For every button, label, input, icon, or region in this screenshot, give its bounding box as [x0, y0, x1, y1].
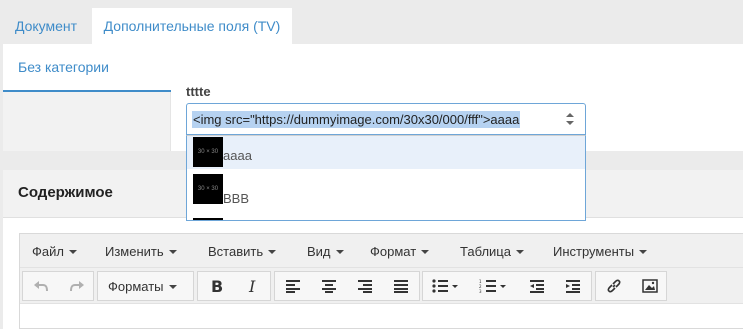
menu-insert[interactable]: Вставить	[208, 244, 277, 259]
menu-view[interactable]: Вид	[307, 244, 344, 259]
rich-text-editor: Файл Изменить Вставить Вид Формат Таблиц…	[19, 233, 743, 329]
menu-edit[interactable]: Изменить	[105, 244, 177, 259]
tab-tv-fields-label: Дополнительные поля (TV)	[103, 18, 281, 34]
align-center-icon	[322, 280, 336, 293]
tab-no-category-label: Без категории	[18, 59, 109, 75]
caret-down-icon	[335, 250, 344, 254]
redo-icon	[69, 281, 84, 292]
bold-icon: B	[211, 278, 223, 294]
redo-button[interactable]	[59, 272, 94, 300]
tv-select-value: <img src="https://dummyimage.com/30x30/0…	[192, 110, 521, 128]
undo-icon	[33, 281, 48, 292]
formats-dropdown[interactable]: Форматы	[97, 271, 194, 301]
tv-dropdown: 30 × 30 aaaa 30 × 30 BBB	[186, 135, 586, 221]
link-button[interactable]	[596, 272, 632, 300]
bold-button[interactable]: B	[198, 272, 234, 300]
svg-text:3: 3	[479, 289, 482, 293]
italic-icon: I	[248, 278, 256, 294]
tab-tv-fields[interactable]: Дополнительные поля (TV)	[92, 8, 292, 44]
align-right-button[interactable]	[347, 272, 383, 300]
image-button[interactable]	[632, 272, 668, 300]
category-sidebar	[3, 92, 171, 151]
menu-table[interactable]: Таблица	[460, 244, 524, 259]
align-left-button[interactable]	[275, 272, 311, 300]
tv-field-label: tttte	[186, 84, 211, 99]
dropdown-option-bbb[interactable]: 30 × 30 BBB	[187, 169, 585, 209]
numbered-list-icon: 1 2 3	[479, 279, 506, 293]
italic-button[interactable]: I	[235, 272, 271, 300]
align-right-icon	[358, 280, 372, 293]
align-justify-button[interactable]	[383, 272, 419, 300]
caret-down-icon	[168, 250, 177, 254]
thumbnail-image: 30 × 30	[193, 137, 223, 167]
align-left-icon	[286, 280, 300, 293]
caret-down-icon	[68, 250, 77, 254]
menu-file[interactable]: Файл	[32, 244, 77, 259]
outdent-icon	[530, 280, 544, 293]
caret-down-icon	[268, 250, 277, 254]
select-arrows-icon	[566, 113, 574, 125]
menu-format[interactable]: Формат	[370, 244, 430, 259]
caret-down-icon	[421, 250, 430, 254]
bullet-list-icon	[432, 279, 458, 293]
thumbnail-image: 30 × 30	[193, 174, 223, 204]
align-center-button[interactable]	[311, 272, 347, 300]
list-group: 1 2 3	[422, 271, 592, 301]
indent-button[interactable]	[555, 272, 591, 300]
tv-select[interactable]: <img src="https://dummyimage.com/30x30/0…	[186, 103, 586, 135]
dropdown-option-partial[interactable]	[187, 216, 585, 220]
svg-text:I: I	[248, 278, 256, 294]
image-icon	[642, 279, 658, 293]
outdent-button[interactable]	[519, 272, 555, 300]
dropdown-option-label: aaaa	[223, 148, 252, 163]
align-justify-icon	[394, 280, 408, 293]
align-group	[274, 271, 420, 301]
bullet-list-button[interactable]	[423, 272, 469, 300]
caret-down-icon	[639, 250, 648, 254]
numbered-list-button[interactable]: 1 2 3	[471, 272, 517, 300]
insert-group	[595, 271, 667, 301]
svg-text:B: B	[211, 278, 223, 294]
editor-menubar: Файл Изменить Вставить Вид Формат Таблиц…	[20, 234, 743, 268]
tab-document-label: Документ	[14, 18, 78, 34]
caret-down-icon	[515, 250, 524, 254]
dropdown-option-aaaa[interactable]: 30 × 30 aaaa	[187, 136, 585, 169]
tab-document[interactable]: Документ	[0, 8, 92, 44]
formats-label: Форматы	[108, 279, 177, 294]
undo-button[interactable]	[23, 272, 58, 300]
text-style-group: B I	[197, 271, 271, 301]
menu-tools[interactable]: Инструменты	[553, 244, 648, 259]
tab-no-category[interactable]: Без категории	[3, 44, 171, 92]
indent-icon	[566, 280, 580, 293]
caret-down-icon	[168, 285, 177, 289]
content-title: Содержимое	[18, 184, 113, 201]
dropdown-option-label: BBB	[223, 191, 250, 206]
thumbnail-image	[193, 218, 223, 220]
link-icon	[607, 279, 621, 293]
history-group	[22, 271, 94, 301]
editor-toolbar: Форматы B I 1 2 3	[20, 268, 743, 304]
